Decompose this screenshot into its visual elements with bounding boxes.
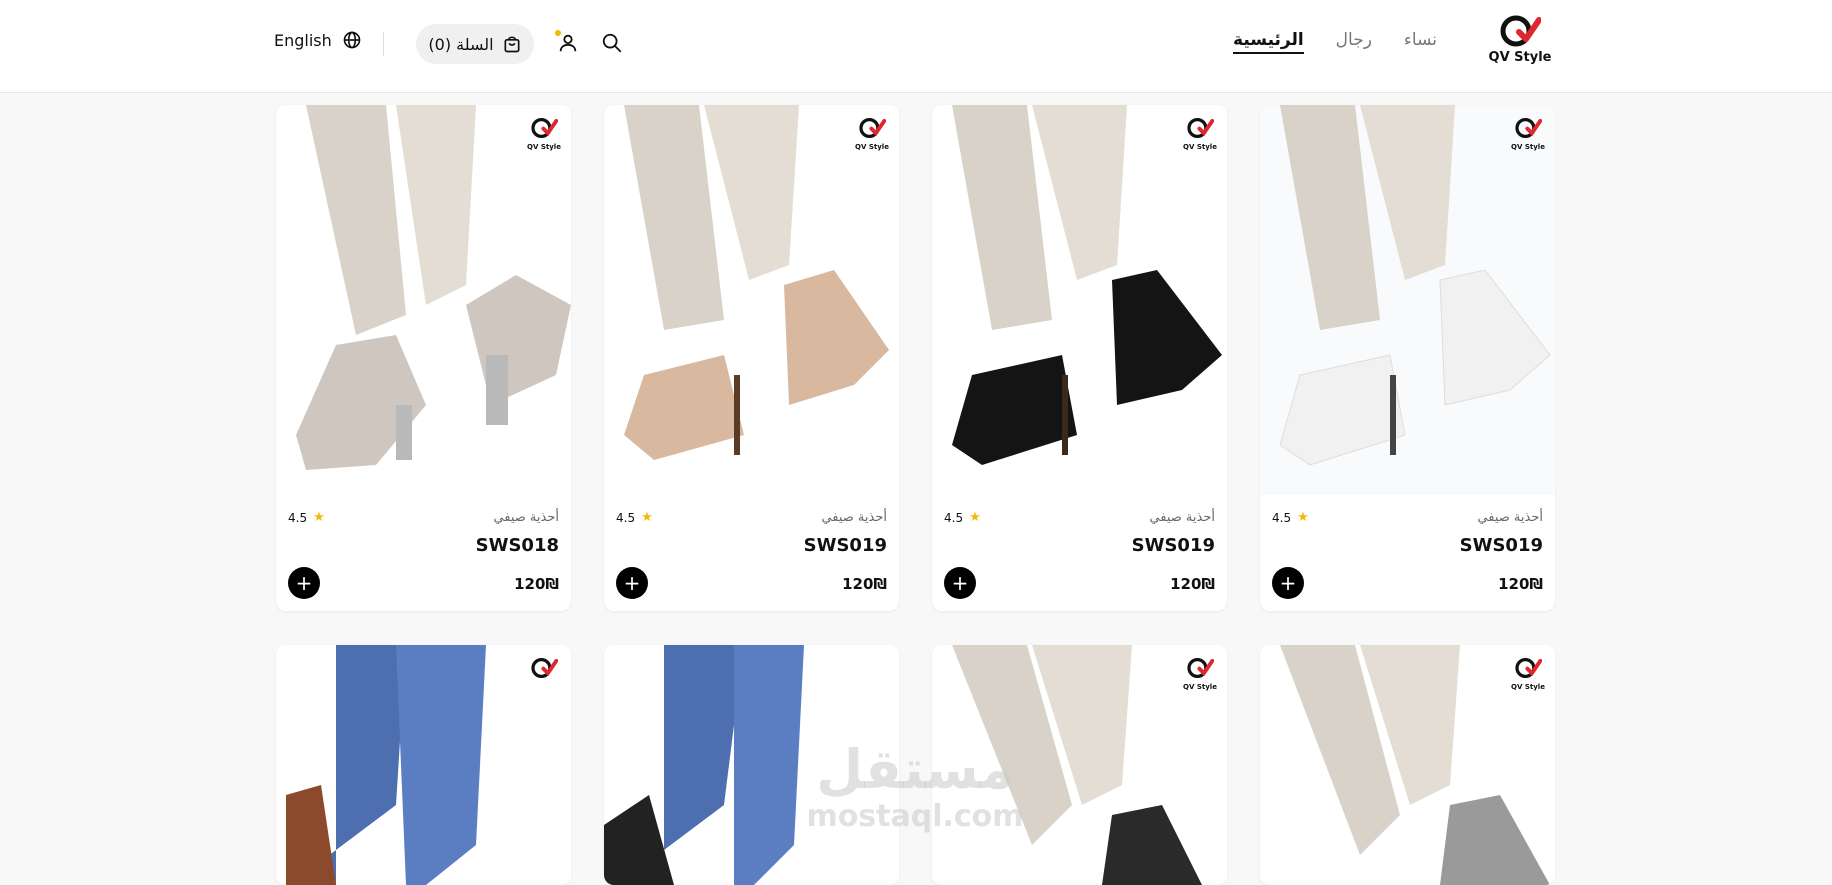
cart-label: السلة (0) — [428, 34, 494, 54]
product-photo — [604, 105, 899, 495]
product-watermark-logo: QV Style — [1183, 117, 1217, 151]
add-to-cart-button[interactable]: + — [288, 567, 320, 599]
product-watermark-logo — [527, 657, 561, 683]
plus-icon: + — [1279, 571, 1297, 595]
product-card[interactable]: QV Style أحذية صيفي 4.5 ★ SWS019 + 120₪ — [932, 105, 1227, 611]
site-watermark: مستقل mostaql.com — [805, 740, 1025, 834]
nav-item-men[interactable]: رجال — [1336, 30, 1372, 54]
product-image[interactable]: QV Style — [604, 105, 899, 495]
search-button[interactable] — [599, 30, 625, 56]
cart-button[interactable]: السلة (0) — [416, 24, 534, 64]
main-nav: الرئيسية رجال نساء — [1233, 30, 1437, 54]
product-watermark-logo: QV Style — [1511, 117, 1545, 151]
product-card[interactable]: QV Style أحذية صيفي 4.5 ★ SWS019 + 120₪ — [1260, 105, 1555, 611]
product-price: 120₪ — [1498, 575, 1543, 593]
shopping-bag-icon — [504, 36, 520, 53]
product-name[interactable]: SWS019 — [1460, 535, 1543, 556]
product-price: 120₪ — [514, 575, 559, 593]
product-card[interactable]: QV Style — [1260, 645, 1555, 885]
product-rating: 4.5 ★ — [944, 510, 981, 525]
product-card[interactable]: QV Style أحذية صيفي 4.5 ★ SWS019 + 120₪ — [604, 105, 899, 611]
site-header: QV Style الرئيسية رجال نساء السلة (0) En… — [0, 0, 1832, 93]
add-to-cart-button[interactable]: + — [944, 567, 976, 599]
language-label: English — [274, 30, 332, 50]
product-rating: 4.5 ★ — [1272, 510, 1309, 525]
product-watermark-logo: QV Style — [855, 117, 889, 151]
product-image[interactable] — [276, 645, 571, 885]
product-card[interactable] — [276, 645, 571, 885]
user-icon — [559, 34, 577, 52]
product-category: أحذية صيفي — [493, 510, 559, 525]
product-rating: 4.5 ★ — [616, 510, 653, 525]
nav-item-women[interactable]: نساء — [1404, 30, 1437, 54]
plus-icon: + — [295, 571, 313, 595]
nav-item-home[interactable]: الرئيسية — [1233, 30, 1304, 54]
add-to-cart-button[interactable]: + — [1272, 567, 1304, 599]
star-icon: ★ — [1297, 510, 1309, 525]
plus-icon: + — [951, 571, 969, 595]
product-price: 120₪ — [842, 575, 887, 593]
product-category: أحذية صيفي — [1477, 510, 1543, 525]
star-icon: ★ — [969, 510, 981, 525]
product-watermark-logo: QV Style — [527, 117, 561, 151]
star-icon: ★ — [313, 510, 325, 525]
watermark-arabic: مستقل — [816, 738, 1014, 801]
product-rating: 4.5 ★ — [288, 510, 325, 525]
watermark-latin: mostaql.com — [806, 799, 1024, 834]
product-card[interactable]: QV Style أحذية صيفي 4.5 ★ SWS018 + 120₪ — [276, 105, 571, 611]
product-photo — [1260, 105, 1555, 495]
product-photo — [276, 105, 571, 495]
product-image[interactable]: QV Style — [1260, 645, 1555, 885]
product-image[interactable]: QV Style — [1260, 105, 1555, 495]
product-watermark-logo: QV Style — [1183, 657, 1217, 691]
product-name[interactable]: SWS018 — [476, 535, 559, 556]
globe-icon — [343, 31, 361, 49]
language-switcher[interactable]: English — [274, 30, 362, 50]
search-icon — [602, 33, 622, 53]
product-price: 120₪ — [1170, 575, 1215, 593]
product-category: أحذية صيفي — [821, 510, 887, 525]
header-divider — [383, 32, 384, 56]
product-image[interactable]: QV Style — [932, 105, 1227, 495]
product-name[interactable]: SWS019 — [1132, 535, 1215, 556]
brand-logo-text: QV Style — [1488, 50, 1552, 65]
product-watermark-logo: QV Style — [1511, 657, 1545, 691]
account-button[interactable] — [555, 30, 581, 56]
product-category: أحذية صيفي — [1149, 510, 1215, 525]
product-name[interactable]: SWS019 — [804, 535, 887, 556]
qv-logo-icon — [1500, 15, 1541, 47]
add-to-cart-button[interactable]: + — [616, 567, 648, 599]
plus-icon: + — [623, 571, 641, 595]
product-image[interactable]: QV Style — [276, 105, 571, 495]
star-icon: ★ — [641, 510, 653, 525]
product-photo — [932, 105, 1227, 495]
brand-logo[interactable]: QV Style — [1488, 14, 1552, 70]
